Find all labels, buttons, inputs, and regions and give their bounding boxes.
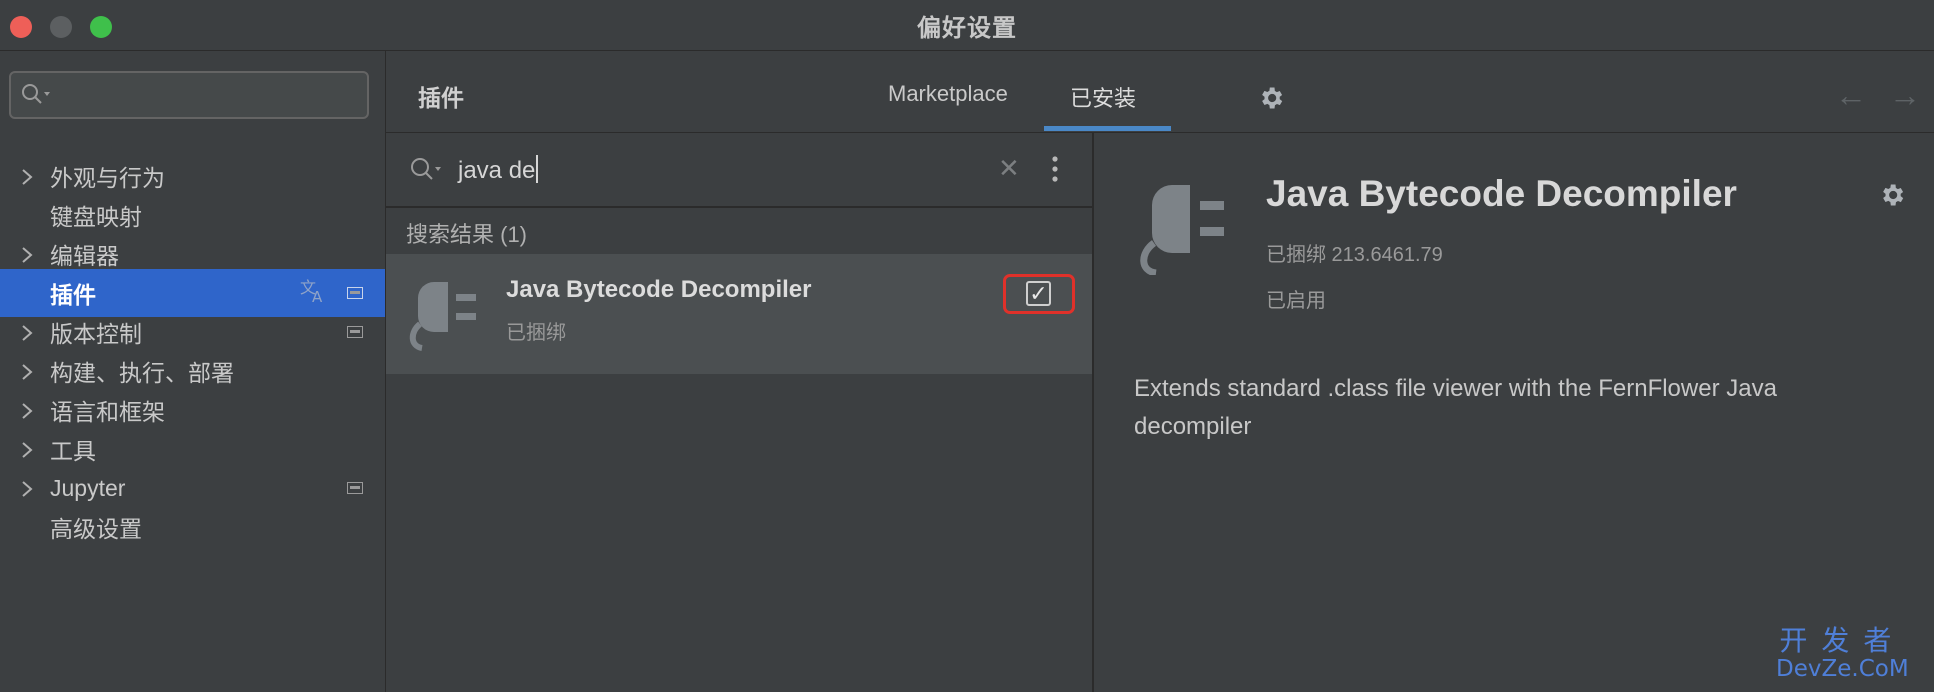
tab-selected-indicator	[1044, 126, 1171, 131]
chevron-right-icon	[20, 322, 34, 349]
sidebar-item-label: 编辑器	[50, 243, 119, 269]
window-title: 偏好设置	[917, 14, 1017, 42]
settings-sidebar: 外观与行为 键盘映射 编辑器 插件 文A 版本控制 构建、执行、部署 语言和框架…	[0, 51, 386, 692]
plugin-list-item[interactable]: Java Bytecode Decompiler 已捆绑 ✓	[386, 254, 1092, 374]
arrow-left-icon[interactable]: ←	[1835, 77, 1867, 114]
search-query-text[interactable]: java de	[458, 155, 539, 185]
chevron-right-icon	[20, 478, 34, 505]
maximize-icon[interactable]	[90, 16, 112, 38]
chevron-right-icon	[20, 400, 34, 427]
plugin-detail-panel: Java Bytecode Decompiler 已捆绑 213.6461.79…	[1094, 133, 1934, 692]
text-caret	[536, 155, 539, 183]
gear-icon[interactable]	[1878, 181, 1906, 214]
sidebar-item-label: 版本控制	[50, 321, 142, 347]
clear-icon[interactable]: ✕	[998, 153, 1020, 184]
svg-text:A: A	[312, 288, 323, 303]
sidebar-item-label: 高级设置	[50, 516, 142, 542]
plugin-search-input[interactable]: java de ✕	[386, 133, 1092, 208]
chevron-right-icon	[20, 439, 34, 466]
project-level-icon	[347, 287, 363, 299]
sidebar-item-label: 外观与行为	[50, 165, 165, 191]
tab-marketplace[interactable]: Marketplace	[888, 81, 1008, 107]
search-icon	[21, 83, 53, 112]
sidebar-item-label: 语言和框架	[50, 399, 165, 425]
project-level-icon	[347, 482, 363, 494]
sidebar-item-label: 构建、执行、部署	[50, 360, 234, 386]
close-icon[interactable]	[10, 16, 32, 38]
title-bar: 偏好设置	[0, 0, 1934, 51]
plugin-plug-icon	[1138, 175, 1234, 280]
translate-icon: 文A	[300, 277, 328, 309]
tab-installed[interactable]: 已安装	[1070, 81, 1136, 113]
sidebar-item-label: 插件	[50, 282, 96, 308]
breadcrumb: 插件	[418, 85, 464, 111]
plugin-list-panel: java de ✕ 搜索结果 (1) Java Bytecode Decompi…	[386, 133, 1094, 692]
sidebar-item-label: 键盘映射	[50, 204, 142, 230]
chevron-right-icon	[20, 244, 34, 271]
search-icon	[410, 157, 444, 188]
more-options-icon[interactable]	[1050, 155, 1060, 188]
search-query-value: java de	[458, 157, 536, 184]
plugin-detail-state: 已启用	[1266, 290, 1326, 312]
sidebar-item-label: Jupyter	[50, 474, 126, 501]
project-level-icon	[347, 326, 363, 338]
window-controls	[10, 16, 112, 38]
sidebar-item-advanced[interactable]: 高级设置	[0, 503, 385, 551]
plugin-name: Java Bytecode Decompiler	[506, 276, 812, 303]
chevron-right-icon	[20, 166, 34, 193]
plugin-enabled-checkbox[interactable]: ✓	[1026, 281, 1051, 306]
search-results-count: 搜索结果 (1)	[406, 222, 528, 247]
watermark-line1: 开发者	[1779, 624, 1906, 657]
plugin-plug-icon	[408, 272, 484, 357]
sidebar-search-input[interactable]	[9, 71, 369, 119]
plugins-header: 插件 Marketplace 已安装 ← →	[386, 51, 1934, 134]
sidebar-item-label: 工具	[50, 438, 96, 464]
minimize-icon[interactable]	[50, 16, 72, 38]
plugin-description: Extends standard .class file viewer with…	[1134, 375, 1777, 440]
plugin-status: 已捆绑	[506, 322, 566, 344]
arrow-right-icon[interactable]: →	[1889, 77, 1921, 114]
chevron-right-icon	[20, 361, 34, 388]
plugin-detail-version: 已捆绑 213.6461.79	[1266, 244, 1443, 266]
watermark-line2: DevZe.CoM	[1776, 656, 1909, 682]
plugin-detail-name: Java Bytecode Decompiler	[1266, 173, 1737, 214]
gear-icon[interactable]	[1257, 84, 1285, 117]
watermark-logo: 开发者 DevZe.CoM	[1776, 624, 1909, 683]
